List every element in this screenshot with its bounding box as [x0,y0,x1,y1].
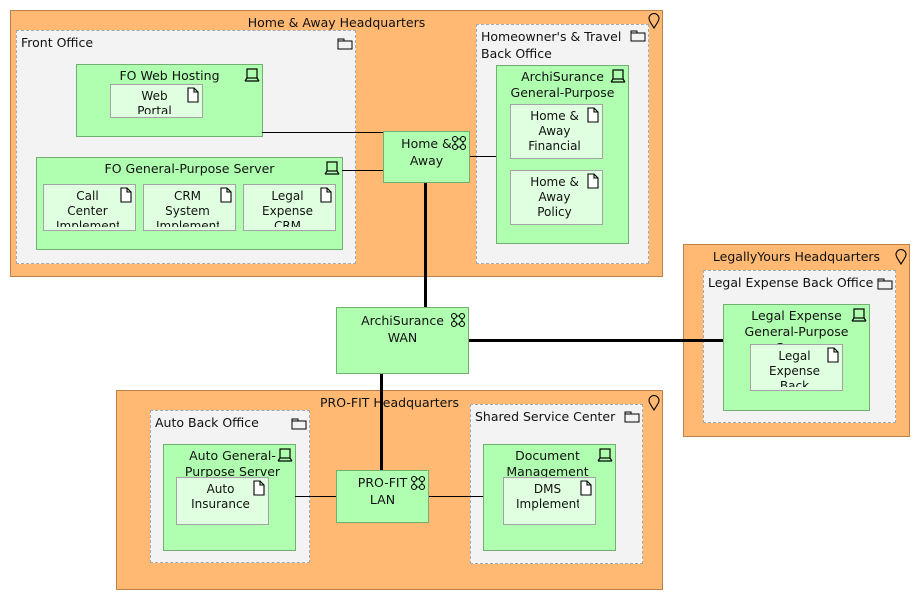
artifact-icon [825,347,841,363]
folder-icon [337,35,353,51]
connection-wan-legal-gp[interactable] [468,339,723,342]
artifact-label: Home & Away Financial [528,109,581,153]
artifact-label: Home & Away Policy [530,175,579,219]
network-label: PRO-FIT LAN [357,475,408,507]
artifact-auto-insurance[interactable]: Auto Insurance [176,477,269,525]
connection-network-archisurance-gp[interactable] [469,156,496,157]
device-icon [597,447,613,463]
device-icon [244,67,260,83]
folder-icon [624,408,640,424]
network-wan[interactable]: ArchiSurance WAN [336,307,469,374]
connection-web-hosting-network[interactable] [262,132,383,133]
artifact-legal-crm[interactable]: Legal Expense CRM [243,184,336,231]
grouping-title: Shared Service Center [475,409,616,424]
location-pin-icon [893,249,909,265]
device-icon [851,307,867,323]
artifact-label: Call Center Implementation [56,189,119,227]
network-icon [410,475,426,491]
artifact-icon [185,87,201,103]
artifact-ha-policy[interactable]: Home & Away Policy [510,170,603,225]
grouping-title: Legal Expense Back Office [708,275,874,290]
device-icon [610,68,626,84]
device-icon [324,160,340,176]
network-home-away[interactable]: Home & Away [383,131,470,183]
folder-icon [291,415,307,431]
artifact-label: Auto Insurance [191,482,250,511]
artifact-label: Web Portal [137,89,172,114]
artifact-icon [118,187,134,203]
artifact-legal-back[interactable]: Legal Expense Back Office [750,344,843,391]
artifact-label: CRM System Implementation [156,189,219,227]
network-profit-lan[interactable]: PRO-FIT LAN [336,470,429,523]
artifact-label: Legal Expense CRM [262,189,313,227]
artifact-icon [585,107,601,123]
artifact-icon [318,187,334,203]
artifact-label: DMS Implementation [516,482,579,511]
network-icon [451,135,467,151]
node-title: FO General-Purpose Server [104,161,275,176]
node-title: Auto General-Purpose Server [184,448,281,479]
folder-icon [630,27,646,43]
grouping-title: Homeowner's & Travel Back Office [481,29,622,61]
location-pin-icon [646,395,662,411]
artifact-dms-impl[interactable]: DMS Implementation [503,477,596,525]
folder-icon [877,275,893,291]
artifact-ha-financial[interactable]: Home & Away Financial [510,104,603,159]
connection-fo-server-network[interactable] [342,170,383,171]
artifact-call-center[interactable]: Call Center Implementation [43,184,136,231]
device-icon [277,447,293,463]
artifact-label: Legal Expense Back Office [769,349,820,387]
network-label: Home & Away [401,136,452,168]
connection-home-away-wan[interactable] [424,182,427,307]
grouping-title: Front Office [21,35,94,50]
artifact-icon [218,187,234,203]
network-icon [450,312,466,328]
artifact-web-portal[interactable]: Web Portal [110,84,203,118]
location-title: LegallyYours Headquarters [712,249,881,264]
connection-wan-profit-lan[interactable] [380,373,383,470]
connection-auto-gp-lan[interactable] [295,496,336,497]
artifact-crm-system[interactable]: CRM System Implementation [143,184,236,231]
connection-lan-dms[interactable] [428,496,483,497]
artifact-icon [251,480,267,496]
grouping-title: Auto Back Office [155,415,259,430]
artifact-icon [585,173,601,189]
network-label: ArchiSurance WAN [361,313,444,345]
node-title: Document Management Server [506,448,589,479]
artifact-icon [578,480,594,496]
node-title: FO Web Hosting [119,68,220,83]
